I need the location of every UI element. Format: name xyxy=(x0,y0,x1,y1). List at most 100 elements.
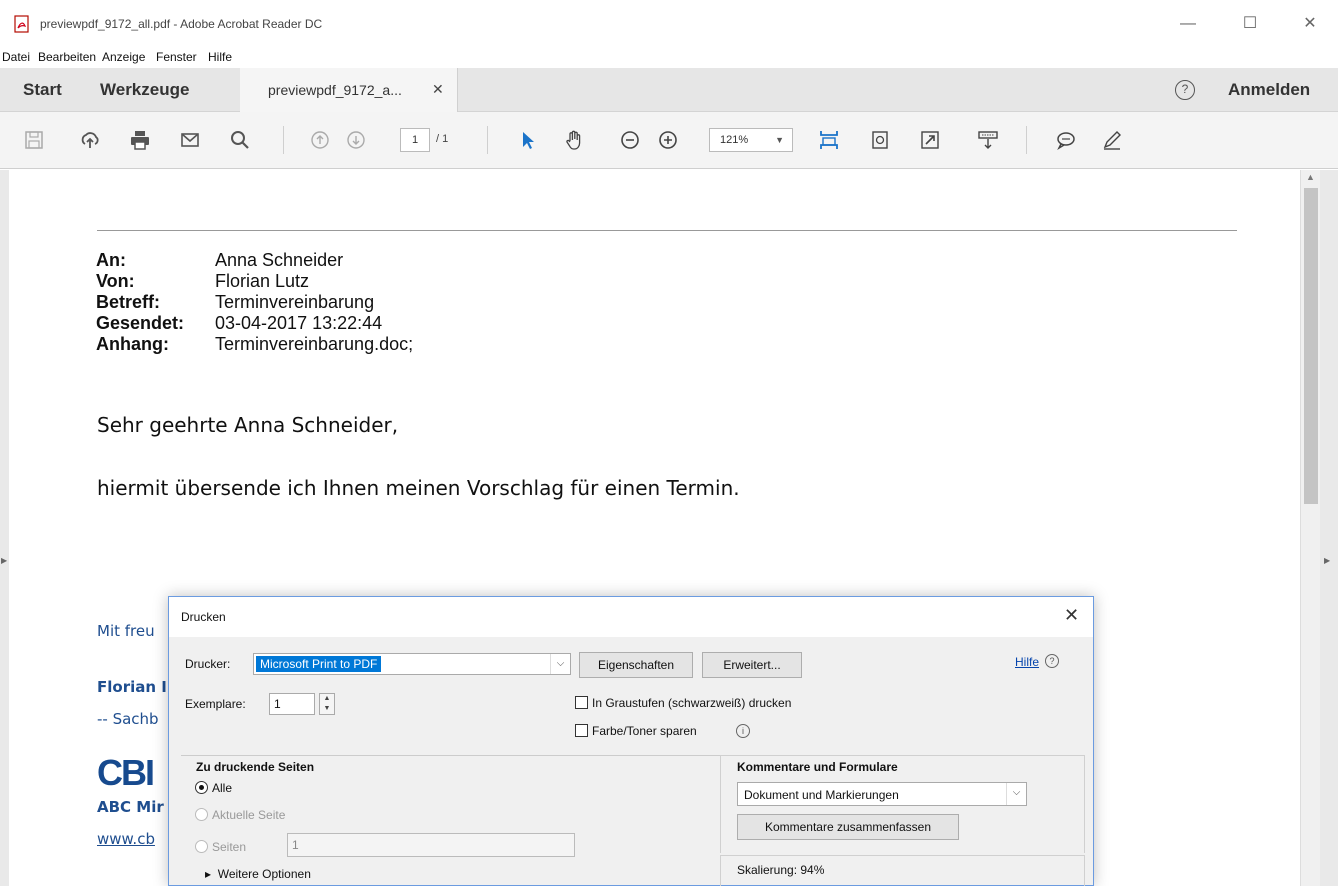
select-arrow-icon[interactable] xyxy=(516,128,540,152)
copies-input[interactable]: 1 xyxy=(269,693,315,715)
zoom-value: 121% xyxy=(720,134,749,146)
menu-fenster[interactable]: Fenster xyxy=(156,50,197,64)
help-icon[interactable]: ? xyxy=(1045,654,1059,668)
help-icon[interactable]: ? xyxy=(1175,80,1195,100)
summarize-comments-button[interactable]: Kommentare zusammenfassen xyxy=(737,814,959,840)
mail-icon[interactable] xyxy=(178,128,202,152)
comment-icon[interactable] xyxy=(1054,128,1078,152)
comments-select-value: Dokument und Markierungen xyxy=(744,788,899,802)
chevron-down-icon: ⌵ xyxy=(550,654,570,674)
signature-url[interactable]: www.cb xyxy=(97,830,155,848)
tab-bar: Start Werkzeuge previewpdf_9172_a... ✕ ?… xyxy=(0,68,1338,112)
email-field-value: Florian Lutz xyxy=(215,271,310,291)
close-window-button[interactable]: ✕ xyxy=(1290,10,1330,38)
radio-pages-label: Seiten xyxy=(212,840,247,854)
print-icon[interactable] xyxy=(128,128,152,152)
tab-tools[interactable]: Werkzeuge xyxy=(100,80,189,100)
maximize-button[interactable]: ☐ xyxy=(1230,10,1270,38)
document-tab-label: previewpdf_9172_a... xyxy=(268,82,402,98)
email-field-value: 03-04-2017 13:22:44 xyxy=(215,313,383,333)
toolbar-separator xyxy=(283,126,284,154)
save-icon[interactable] xyxy=(22,128,46,152)
more-options-label: Weitere Optionen xyxy=(217,867,311,881)
tab-start[interactable]: Start xyxy=(23,80,62,100)
toolbar-separator xyxy=(487,126,488,154)
email-greeting: Sehr geehrte Anna Schneider, xyxy=(97,413,399,437)
menu-bar: Datei Bearbeiten Anzeige Fenster Hilfe xyxy=(0,48,1338,68)
fit-page-icon[interactable] xyxy=(817,128,841,152)
page-total-label: / 1 xyxy=(436,133,449,145)
left-panel-toggle[interactable]: ▶ xyxy=(0,170,9,886)
window-titlebar: previewpdf_9172_all.pdf - Adobe Acrobat … xyxy=(0,0,1338,48)
zoom-in-icon[interactable] xyxy=(656,128,680,152)
email-body: hiermit übersende ich Ihnen meinen Vorsc… xyxy=(97,476,740,500)
comments-forms-group: Kommentare und Formulare Dokument und Ma… xyxy=(720,755,1085,853)
page-number-input[interactable]: 1 xyxy=(400,128,430,152)
radio-pages[interactable] xyxy=(195,840,208,853)
zoom-out-icon[interactable] xyxy=(618,128,642,152)
scroll-up-icon[interactable]: ▲ xyxy=(1306,172,1315,182)
scaling-group: Skalierung: 94% xyxy=(720,855,1085,886)
radio-all[interactable] xyxy=(195,781,208,794)
tab-document[interactable]: previewpdf_9172_a... ✕ xyxy=(240,68,458,112)
grayscale-checkbox[interactable] xyxy=(575,696,588,709)
read-mode-icon[interactable] xyxy=(976,128,1000,152)
menu-datei[interactable]: Datei xyxy=(2,50,30,64)
printer-select[interactable]: Microsoft Print to PDF ⌵ xyxy=(253,653,571,675)
dialog-title: Drucken xyxy=(181,610,226,624)
pages-group-title: Zu druckende Seiten xyxy=(196,760,315,774)
signature-name: Florian I xyxy=(97,678,167,696)
fullscreen-icon[interactable] xyxy=(918,128,942,152)
radio-current-page[interactable] xyxy=(195,808,208,821)
dialog-close-button[interactable]: ✕ xyxy=(1064,605,1079,626)
radio-all-label: Alle xyxy=(212,781,233,795)
upload-icon[interactable] xyxy=(78,128,102,152)
properties-button[interactable]: Eigenschaften xyxy=(579,652,693,678)
signature-closing: Mit freu xyxy=(97,622,155,640)
page-up-icon[interactable] xyxy=(308,128,332,152)
company-logo: CBI xyxy=(97,752,155,793)
pages-input[interactable]: 1 xyxy=(287,833,575,857)
help-link[interactable]: Hilfe xyxy=(1015,655,1039,669)
scaling-label: Skalierung: 94% xyxy=(737,863,825,877)
minimize-button[interactable]: — xyxy=(1168,10,1208,38)
comments-select[interactable]: Dokument und Markierungen ⌵ xyxy=(737,782,1027,806)
info-icon[interactable]: i xyxy=(736,724,750,738)
signature-company: ABC Mir xyxy=(97,798,164,816)
toolbar: 1 / 1 121% ▼ xyxy=(0,112,1338,169)
scrollbar-thumb[interactable] xyxy=(1304,188,1318,504)
save-toner-checkbox[interactable] xyxy=(575,724,588,737)
advanced-button[interactable]: Erweitert... xyxy=(702,652,802,678)
dialog-titlebar: Drucken ✕ xyxy=(169,597,1093,637)
page-down-icon[interactable] xyxy=(344,128,368,152)
rotate-icon[interactable] xyxy=(868,128,892,152)
more-options-toggle[interactable]: ▸ Weitere Optionen xyxy=(205,867,311,881)
toolbar-separator xyxy=(1026,126,1027,154)
signin-button[interactable]: Anmelden xyxy=(1228,80,1310,100)
copies-label: Exemplare: xyxy=(185,697,246,711)
window-title: previewpdf_9172_all.pdf - Adobe Acrobat … xyxy=(40,17,323,31)
email-field-value: Anna Schneider xyxy=(215,250,344,270)
pen-icon[interactable] xyxy=(1100,128,1124,152)
header-divider xyxy=(97,230,1237,231)
menu-anzeige[interactable]: Anzeige xyxy=(102,50,145,64)
email-field-value: Terminvereinbarung xyxy=(215,292,375,312)
email-field-key: Gesendet: xyxy=(96,313,185,333)
vertical-scrollbar[interactable]: ▲ xyxy=(1300,170,1320,886)
chevron-right-icon: ▶ xyxy=(1324,556,1331,565)
zoom-select[interactable]: 121% ▼ xyxy=(709,128,793,152)
chevron-down-icon: ▼ xyxy=(775,135,784,145)
chevron-down-icon: ⌵ xyxy=(1006,783,1026,805)
copies-stepper[interactable]: ▲ ▼ xyxy=(319,693,335,715)
email-field-key: Betreff: xyxy=(96,292,161,312)
search-icon[interactable] xyxy=(228,128,252,152)
right-panel-toggle[interactable]: ▶ xyxy=(1320,170,1338,886)
menu-bearbeiten[interactable]: Bearbeiten xyxy=(38,50,96,64)
menu-hilfe[interactable]: Hilfe xyxy=(208,50,232,64)
email-field-value: Terminvereinbarung.doc; xyxy=(215,334,414,354)
hand-icon[interactable] xyxy=(562,128,586,152)
signature-role: -- Sachb xyxy=(97,710,159,728)
email-field-key: Von: xyxy=(96,271,135,291)
printer-value: Microsoft Print to PDF xyxy=(256,656,382,672)
close-tab-icon[interactable]: ✕ xyxy=(432,81,444,98)
